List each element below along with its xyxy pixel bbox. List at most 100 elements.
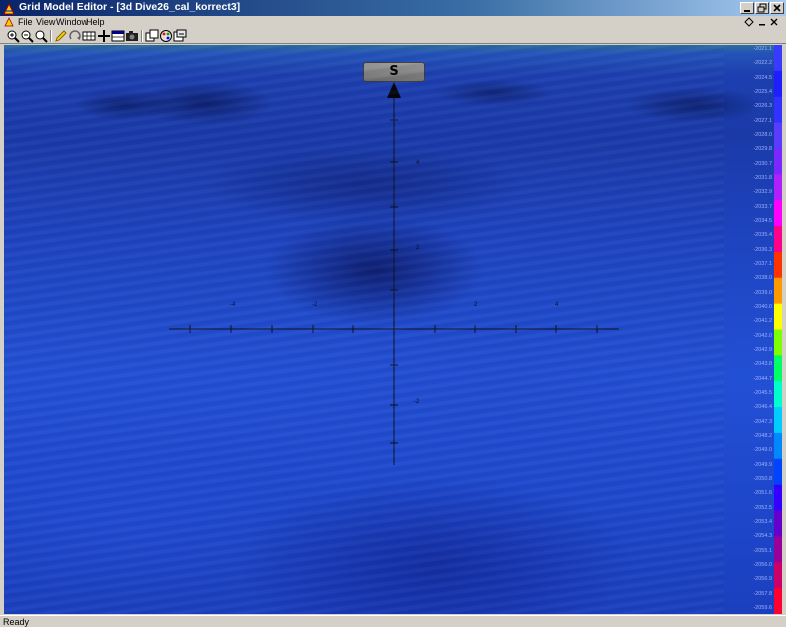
axis-tick-label: -2 <box>414 399 420 405</box>
mdi-close-icon <box>770 18 777 26</box>
color-scale-label: -2053.4 <box>753 519 772 525</box>
color-palette-icon <box>160 30 172 42</box>
color-scale-label: -2041.2 <box>753 318 772 325</box>
mdi-minimize-icon <box>758 24 765 26</box>
camera-button[interactable] <box>125 29 139 43</box>
color-scale-label: -2055.1 <box>753 547 772 554</box>
color-scale-label: -2050.8 <box>753 476 772 482</box>
app-window: Grid Model Editor - [3d Dive26_cal_korre… <box>0 0 786 627</box>
export-button[interactable] <box>173 29 187 43</box>
grid-icon <box>82 31 96 41</box>
color-scale-segment <box>774 355 782 382</box>
axis-tick-label: 4 <box>555 302 559 308</box>
color-scale-segment <box>774 329 782 356</box>
color-palette-button[interactable] <box>159 29 173 43</box>
maximize-button[interactable] <box>755 2 769 14</box>
title-bar[interactable]: Grid Model Editor - [3d Dive26_cal_korre… <box>0 0 786 16</box>
color-scale-segment <box>774 148 782 175</box>
color-scale-segment <box>774 381 782 408</box>
toolbar-separator <box>50 30 52 42</box>
3d-terrain-viewport[interactable]: -4 -2 2 4 4 2 -2 S -2021.1 -2022.2 -2024.5… <box>4 45 782 614</box>
color-scale-segment <box>774 200 782 227</box>
zoom-fit-button[interactable] <box>34 29 48 43</box>
menu-bar: File View Window Help <box>0 16 786 28</box>
axis-tick-label: 4 <box>416 160 420 166</box>
table-button[interactable] <box>111 29 125 43</box>
color-scale-label: -2022.2 <box>753 60 772 67</box>
close-icon <box>773 4 781 12</box>
color-scale-label: -2047.3 <box>753 418 772 425</box>
color-scale-label: -2045.5 <box>753 390 772 396</box>
color-scale-label: -2048.2 <box>753 433 772 439</box>
copy-window-button[interactable] <box>145 29 159 43</box>
color-scale-label: -2037.1 <box>753 261 772 267</box>
color-scale-label: -2021.1 <box>753 46 772 52</box>
color-scale-segment <box>774 536 782 563</box>
color-scale-segment <box>774 277 782 305</box>
color-scale-segment <box>774 484 782 512</box>
color-scale-segment <box>774 458 782 486</box>
axes-overlay: -4 -2 2 4 4 2 -2 <box>169 82 619 465</box>
color-scale-label: -2056.0 <box>753 562 772 568</box>
grid-button[interactable] <box>82 29 96 43</box>
color-scale-segment <box>774 407 782 434</box>
color-scale-label: -2040.0 <box>753 304 772 310</box>
restore-icon <box>757 3 767 13</box>
color-scale-label: -2039.0 <box>753 289 772 296</box>
color-scale-label: -2031.8 <box>753 175 772 181</box>
color-scale-segment <box>774 226 782 253</box>
zoom-out-button[interactable] <box>20 29 34 43</box>
color-scale-label: -2052.5 <box>753 504 772 511</box>
color-scale-label: -2029.8 <box>753 146 772 153</box>
menu-view[interactable]: View <box>36 17 55 27</box>
rotate-button[interactable] <box>68 29 82 43</box>
color-scale-label: -2049.0 <box>753 447 772 454</box>
color-scale-label: -2034.5 <box>753 218 772 224</box>
document-icon[interactable] <box>4 17 14 27</box>
zoom-in-button[interactable] <box>6 29 20 43</box>
color-scale-segment <box>774 122 782 149</box>
color-scale-label: -2051.6 <box>753 490 772 497</box>
color-scale-label: -2057.8 <box>753 590 772 597</box>
axis-tick-label: 2 <box>416 245 420 251</box>
north-arrow-icon <box>387 82 401 98</box>
toolbar-separator <box>141 30 143 42</box>
export-icon <box>173 29 187 42</box>
crosshair-button[interactable] <box>97 29 111 43</box>
window-title: Grid Model Editor - [3d Dive26_cal_korre… <box>19 1 241 13</box>
menu-help[interactable]: Help <box>86 17 105 27</box>
color-scale-label: -2024.5 <box>753 74 772 81</box>
mdi-restore-icon <box>743 17 754 27</box>
minimize-icon <box>744 10 750 12</box>
zoom-out-icon <box>21 30 34 43</box>
color-scale-segment <box>774 510 782 537</box>
color-scale-segment <box>774 251 782 279</box>
color-scale-segment <box>774 588 782 614</box>
mdi-close-button[interactable] <box>768 17 779 27</box>
color-scale-label: -2046.4 <box>753 404 772 411</box>
color-scale-label: -2033.7 <box>753 203 772 210</box>
axis-tick-label: 2 <box>474 302 478 308</box>
mdi-restore-button[interactable] <box>743 17 754 27</box>
close-button[interactable] <box>770 2 784 14</box>
menu-window[interactable]: Window <box>56 17 88 27</box>
copy-window-icon <box>145 29 159 42</box>
color-scale-segment <box>774 96 782 124</box>
pencil-button[interactable] <box>54 29 68 43</box>
minimize-button[interactable] <box>740 2 754 14</box>
color-scale-label: -2042.0 <box>753 332 772 339</box>
compass-direction-label: S <box>363 62 425 82</box>
zoom-in-icon <box>7 30 20 43</box>
color-scale-label: -2030.7 <box>753 160 772 167</box>
color-scale-label: -2043.8 <box>753 361 772 368</box>
color-scale-segment <box>774 174 782 201</box>
status-bar: Ready <box>0 615 786 627</box>
menu-file[interactable]: File <box>18 17 33 27</box>
color-scale-label: -2028.0 <box>753 132 772 138</box>
color-scale-label: -2025.4 <box>753 89 772 95</box>
mdi-minimize-button[interactable] <box>756 17 767 27</box>
color-scale-label: -2032.9 <box>753 189 772 196</box>
camera-icon <box>126 31 138 41</box>
axis-tick-label: -2 <box>312 302 318 308</box>
color-scale-segment <box>774 562 782 589</box>
